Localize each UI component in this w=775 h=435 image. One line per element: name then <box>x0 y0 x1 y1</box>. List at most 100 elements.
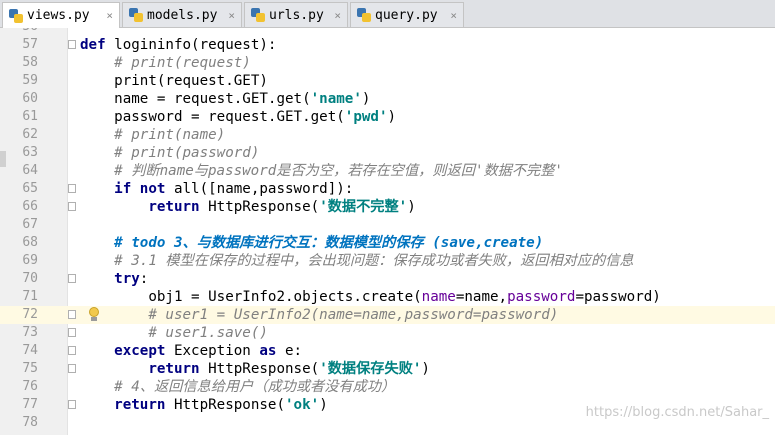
line-number: 72 <box>22 307 38 322</box>
code-line[interactable]: 65 if not all([name,password]): <box>0 180 775 198</box>
python-file-icon <box>251 8 265 22</box>
code-line[interactable]: 64 # 判断name与password是否为空，若存在空值，则返回'数据不完整… <box>0 162 775 180</box>
code-line[interactable]: 58 # print(request) <box>0 54 775 72</box>
code-token: # print(request) <box>80 55 251 71</box>
code-line[interactable]: 60 name = request.GET.get('name') <box>0 90 775 108</box>
code-text: # user1 = UserInfo2(name=name,password=p… <box>80 306 558 324</box>
code-line[interactable]: 66 return HttpResponse('数据不完整') <box>0 198 775 216</box>
tab-views[interactable]: views.py × <box>2 2 120 28</box>
code-text: except Exception as e: <box>80 342 302 360</box>
code-token: Exception <box>173 343 260 359</box>
close-icon[interactable]: × <box>106 9 113 22</box>
code-token: ) <box>407 199 416 215</box>
fold-marker-icon[interactable] <box>68 184 76 193</box>
code-token: return <box>114 397 174 413</box>
code-line[interactable]: 62 # print(name) <box>0 126 775 144</box>
fold-marker-icon[interactable] <box>68 400 76 409</box>
line-number: 58 <box>22 55 38 70</box>
line-number: 61 <box>22 109 38 124</box>
line-number: 64 <box>22 163 38 178</box>
code-token: password = request.GET.get( <box>80 109 345 125</box>
code-token: name = request.GET.get( <box>80 91 311 107</box>
python-file-icon <box>129 8 143 22</box>
fold-marker-icon[interactable] <box>68 364 76 373</box>
code-text: password = request.GET.get('pwd') <box>80 108 396 126</box>
code-text: # 4、返回信息给用户（成功或者没有成功） <box>80 378 395 396</box>
code-token: except <box>114 343 174 359</box>
code-line[interactable]: 76 # 4、返回信息给用户（成功或者没有成功） <box>0 378 775 396</box>
tab-query[interactable]: query.py × <box>350 2 464 27</box>
code-text: # print(name) <box>80 126 225 144</box>
code-token: return <box>148 361 209 377</box>
line-number: 65 <box>22 181 38 196</box>
line-number: 57 <box>22 37 38 52</box>
code-text: return HttpResponse('ok') <box>80 396 328 414</box>
code-line[interactable]: 59 print(request.GET) <box>0 72 775 90</box>
close-icon[interactable]: × <box>228 9 235 22</box>
line-number: 73 <box>22 325 38 340</box>
fold-marker-icon[interactable] <box>68 310 76 319</box>
python-file-icon <box>9 8 23 23</box>
code-token: '数据不完整' <box>319 199 408 215</box>
code-text: return HttpResponse('数据保存失败') <box>80 360 430 378</box>
fold-marker-icon[interactable] <box>68 346 76 355</box>
code-token: =password) <box>575 289 661 305</box>
code-token: 'pwd' <box>344 109 388 125</box>
line-number: 77 <box>22 397 38 412</box>
code-text: name = request.GET.get('name') <box>80 90 370 108</box>
tab-label: urls.py <box>269 7 324 23</box>
line-number: 66 <box>22 199 38 214</box>
code-token: e: <box>285 343 303 359</box>
code-line[interactable]: 75 return HttpResponse('数据保存失败') <box>0 360 775 378</box>
code-text: # user1.save() <box>80 324 268 342</box>
code-line[interactable]: 71 obj1 = UserInfo2.objects.create(name=… <box>0 288 775 306</box>
line-number: 68 <box>22 235 38 250</box>
fold-marker-icon[interactable] <box>68 202 76 211</box>
code-line[interactable]: 56 <box>0 28 775 36</box>
code-text: def logininfo(request): <box>80 36 276 54</box>
line-number: 78 <box>22 415 38 430</box>
code-line[interactable]: 72 # user1 = UserInfo2(name=name,passwor… <box>0 306 775 324</box>
code-line[interactable]: 57 def logininfo(request): <box>0 36 775 54</box>
tab-models[interactable]: models.py × <box>122 2 242 27</box>
code-token: all([name,password]): <box>173 181 354 197</box>
line-number: 69 <box>22 253 38 268</box>
code-line[interactable]: 69 # 3.1 模型在保存的过程中，会出现问题：保存成功或者失败，返回相对应的… <box>0 252 775 270</box>
code-text: return HttpResponse('数据不完整') <box>80 198 416 216</box>
code-token: 'ok' <box>285 397 320 413</box>
code-token: print(request.GET) <box>80 73 268 89</box>
fold-marker-icon[interactable] <box>68 328 76 337</box>
line-number: 56 <box>0 28 38 36</box>
watermark: https://blog.csdn.net/Sahar_ <box>585 405 769 420</box>
fold-marker-icon[interactable] <box>68 274 76 283</box>
code-text: # 3.1 模型在保存的过程中，会出现问题：保存成功或者失败，返回相对应的信息 <box>80 252 633 270</box>
code-line[interactable]: 70 try: <box>0 270 775 288</box>
code-editor[interactable]: 5657def logininfo(request):58 # print(re… <box>0 28 775 435</box>
code-line[interactable]: 63 # print(password) <box>0 144 775 162</box>
tab-urls[interactable]: urls.py × <box>244 2 348 27</box>
fold-marker-icon[interactable] <box>68 40 76 49</box>
close-icon[interactable]: × <box>450 9 457 22</box>
code-line[interactable]: 68 # todo 3、与数据库进行交互：数据模型的保存 (save,creat… <box>0 234 775 252</box>
code-line[interactable]: 61 password = request.GET.get('pwd') <box>0 108 775 126</box>
code-token: : <box>139 271 149 287</box>
editor-tab-bar: views.py × models.py × urls.py × query.p… <box>0 0 775 28</box>
code-line[interactable]: 74 except Exception as e: <box>0 342 775 360</box>
code-token: def <box>80 37 115 53</box>
code-line[interactable]: 73 # user1.save() <box>0 324 775 342</box>
code-token: # user1 = UserInfo2(name=name,password=p… <box>80 307 559 323</box>
close-icon[interactable]: × <box>334 9 341 22</box>
code-token: password <box>507 289 576 305</box>
tab-label: views.py <box>27 8 90 23</box>
code-text: # todo 3、与数据库进行交互：数据模型的保存 (save,create) <box>80 234 543 252</box>
code-line[interactable]: 67 <box>0 216 775 234</box>
code-token: logininfo(request): <box>114 37 277 53</box>
line-number: 75 <box>22 361 38 376</box>
line-number: 62 <box>22 127 38 142</box>
